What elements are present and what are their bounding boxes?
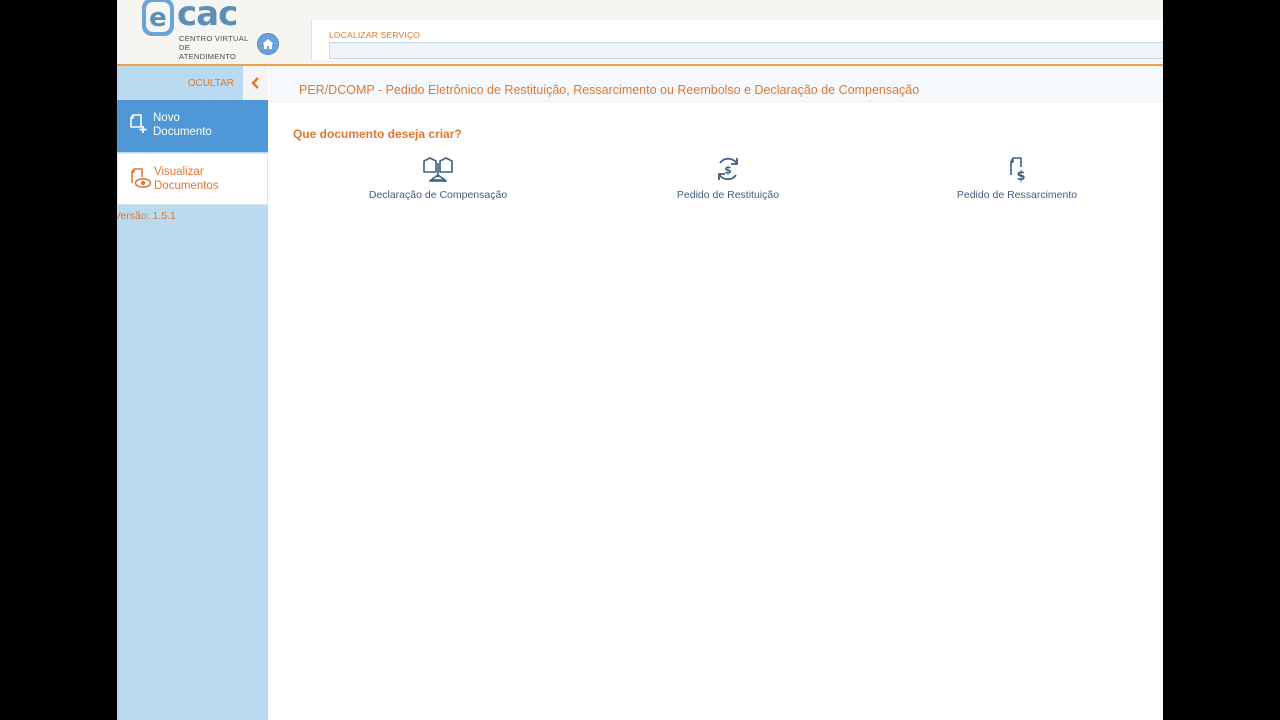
new-document-icon <box>130 114 147 133</box>
ecac-logo: e cac Centro Virtual de Atendimento <box>139 0 249 61</box>
sidebar-hide-bar: OCULTAR <box>117 66 268 100</box>
hide-label[interactable]: OCULTAR <box>188 78 234 89</box>
svg-text:e: e <box>149 3 167 33</box>
option-pedido-restituicao[interactable]: $ Pedido de Restituição <box>628 150 828 210</box>
svg-text:$: $ <box>1016 169 1025 183</box>
service-search: LOCALIZAR SERVIÇO <box>311 20 1163 60</box>
page-title: PER/DCOMP - Pedido Eletrônico de Restitu… <box>299 83 920 97</box>
sidebar-item-label-line-1: Novo <box>153 112 180 124</box>
logo-text: cac <box>177 0 238 34</box>
option-label: Pedido de Ressarcimento <box>956 189 1078 201</box>
chevron-left-icon <box>251 77 259 89</box>
option-pedido-ressarcimento[interactable]: $ Pedido de Ressarcimento <box>917 150 1117 210</box>
logo-subtitle-line-1: Centro Virtual <box>179 34 249 43</box>
refund-cycle-icon: $ <box>718 157 738 181</box>
sidebar-item-label-line-2: Documento <box>153 126 212 138</box>
search-input[interactable] <box>329 42 1163 59</box>
sidebar-item-label: Visualizar Documentos <box>154 165 219 193</box>
question-heading: Que documento deseja criar? <box>293 127 462 141</box>
sidebar-item-label-line-1: Visualizar <box>154 166 204 178</box>
search-label: LOCALIZAR SERVIÇO <box>329 30 421 40</box>
logo-subtitle-line-2: de Atendimento <box>179 43 237 61</box>
reimbursement-document-icon: $ <box>1010 157 1026 183</box>
version-text: Versão: 1.5.1 <box>117 210 176 222</box>
header: e cac Centro Virtual de Atendimento LOCA… <box>117 0 1163 66</box>
sidebar-item-novo-documento[interactable]: Novo Documento <box>117 100 268 152</box>
title-bar: PER/DCOMP - Pedido Eletrônico de Restitu… <box>269 66 1163 102</box>
svg-text:$: $ <box>724 164 732 177</box>
app-window: e cac Centro Virtual de Atendimento LOCA… <box>117 0 1163 720</box>
option-label: Declaração de Compensação <box>368 189 508 201</box>
option-declaracao-compensacao[interactable]: Declaração de Compensação <box>338 150 538 210</box>
sidebar-item-label: Novo Documento <box>153 111 212 139</box>
sidebar: OCULTAR Novo Documento Visualizar Docume… <box>117 66 268 720</box>
home-button[interactable] <box>257 33 279 55</box>
collapse-sidebar-button[interactable] <box>243 66 268 100</box>
logo-e-icon: e <box>142 0 174 36</box>
option-label: Pedido de Restituição <box>676 189 780 201</box>
home-icon <box>262 39 274 49</box>
compensation-scale-icon <box>423 157 453 182</box>
sidebar-item-label-line-2: Documentos <box>154 180 219 192</box>
view-documents-icon <box>131 168 152 188</box>
logo-subtitle: Centro Virtual de Atendimento <box>179 34 249 61</box>
sidebar-item-visualizar-documentos[interactable]: Visualizar Documentos <box>117 153 268 205</box>
